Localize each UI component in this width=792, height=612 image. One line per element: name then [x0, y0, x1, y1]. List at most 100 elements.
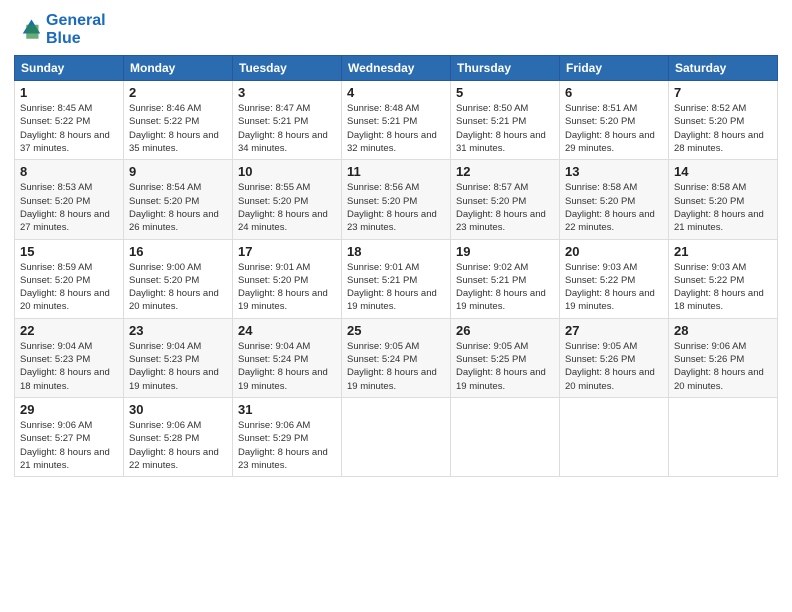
day-detail: Sunrise: 8:53 AMSunset: 5:20 PMDaylight:… — [20, 181, 118, 234]
day-detail: Sunrise: 8:56 AMSunset: 5:20 PMDaylight:… — [347, 181, 445, 234]
day-cell: 26 Sunrise: 9:05 AMSunset: 5:25 PMDaylig… — [451, 318, 560, 397]
day-detail: Sunrise: 8:46 AMSunset: 5:22 PMDaylight:… — [129, 102, 227, 155]
day-detail: Sunrise: 9:04 AMSunset: 5:24 PMDaylight:… — [238, 340, 336, 393]
day-cell — [669, 397, 778, 476]
day-cell: 5 Sunrise: 8:50 AMSunset: 5:21 PMDayligh… — [451, 81, 560, 160]
day-detail: Sunrise: 9:05 AMSunset: 5:24 PMDaylight:… — [347, 340, 445, 393]
weekday-header-monday: Monday — [124, 56, 233, 81]
day-cell: 20 Sunrise: 9:03 AMSunset: 5:22 PMDaylig… — [560, 239, 669, 318]
day-number: 6 — [565, 85, 663, 100]
day-detail: Sunrise: 9:06 AMSunset: 5:29 PMDaylight:… — [238, 419, 336, 472]
day-detail: Sunrise: 8:45 AMSunset: 5:22 PMDaylight:… — [20, 102, 118, 155]
day-cell: 25 Sunrise: 9:05 AMSunset: 5:24 PMDaylig… — [342, 318, 451, 397]
day-detail: Sunrise: 9:06 AMSunset: 5:26 PMDaylight:… — [674, 340, 772, 393]
day-detail: Sunrise: 9:01 AMSunset: 5:20 PMDaylight:… — [238, 261, 336, 314]
day-cell: 28 Sunrise: 9:06 AMSunset: 5:26 PMDaylig… — [669, 318, 778, 397]
day-number: 31 — [238, 402, 336, 417]
day-detail: Sunrise: 8:54 AMSunset: 5:20 PMDaylight:… — [129, 181, 227, 234]
day-number: 2 — [129, 85, 227, 100]
day-number: 10 — [238, 164, 336, 179]
day-number: 16 — [129, 244, 227, 259]
day-number: 7 — [674, 85, 772, 100]
day-number: 30 — [129, 402, 227, 417]
weekday-header-friday: Friday — [560, 56, 669, 81]
day-cell: 13 Sunrise: 8:58 AMSunset: 5:20 PMDaylig… — [560, 160, 669, 239]
day-cell: 22 Sunrise: 9:04 AMSunset: 5:23 PMDaylig… — [15, 318, 124, 397]
day-detail: Sunrise: 9:06 AMSunset: 5:27 PMDaylight:… — [20, 419, 118, 472]
day-cell: 11 Sunrise: 8:56 AMSunset: 5:20 PMDaylig… — [342, 160, 451, 239]
day-number: 9 — [129, 164, 227, 179]
day-number: 19 — [456, 244, 554, 259]
day-cell: 23 Sunrise: 9:04 AMSunset: 5:23 PMDaylig… — [124, 318, 233, 397]
day-cell: 16 Sunrise: 9:00 AMSunset: 5:20 PMDaylig… — [124, 239, 233, 318]
day-number: 11 — [347, 164, 445, 179]
day-cell: 30 Sunrise: 9:06 AMSunset: 5:28 PMDaylig… — [124, 397, 233, 476]
day-cell: 14 Sunrise: 8:58 AMSunset: 5:20 PMDaylig… — [669, 160, 778, 239]
page: General Blue SundayMondayTuesdayWednesda… — [0, 0, 792, 612]
week-row-5: 29 Sunrise: 9:06 AMSunset: 5:27 PMDaylig… — [15, 397, 778, 476]
day-number: 15 — [20, 244, 118, 259]
day-detail: Sunrise: 9:05 AMSunset: 5:26 PMDaylight:… — [565, 340, 663, 393]
day-cell: 8 Sunrise: 8:53 AMSunset: 5:20 PMDayligh… — [15, 160, 124, 239]
day-cell: 18 Sunrise: 9:01 AMSunset: 5:21 PMDaylig… — [342, 239, 451, 318]
day-detail: Sunrise: 9:05 AMSunset: 5:25 PMDaylight:… — [456, 340, 554, 393]
day-detail: Sunrise: 9:00 AMSunset: 5:20 PMDaylight:… — [129, 261, 227, 314]
day-cell: 7 Sunrise: 8:52 AMSunset: 5:20 PMDayligh… — [669, 81, 778, 160]
day-cell: 19 Sunrise: 9:02 AMSunset: 5:21 PMDaylig… — [451, 239, 560, 318]
day-number: 3 — [238, 85, 336, 100]
day-detail: Sunrise: 8:51 AMSunset: 5:20 PMDaylight:… — [565, 102, 663, 155]
day-cell — [560, 397, 669, 476]
day-cell: 31 Sunrise: 9:06 AMSunset: 5:29 PMDaylig… — [233, 397, 342, 476]
header: General Blue — [14, 12, 778, 47]
day-detail: Sunrise: 8:59 AMSunset: 5:20 PMDaylight:… — [20, 261, 118, 314]
week-row-4: 22 Sunrise: 9:04 AMSunset: 5:23 PMDaylig… — [15, 318, 778, 397]
week-row-3: 15 Sunrise: 8:59 AMSunset: 5:20 PMDaylig… — [15, 239, 778, 318]
day-cell — [342, 397, 451, 476]
day-cell: 27 Sunrise: 9:05 AMSunset: 5:26 PMDaylig… — [560, 318, 669, 397]
day-number: 27 — [565, 323, 663, 338]
day-number: 8 — [20, 164, 118, 179]
calendar: SundayMondayTuesdayWednesdayThursdayFrid… — [14, 55, 778, 477]
day-cell: 17 Sunrise: 9:01 AMSunset: 5:20 PMDaylig… — [233, 239, 342, 318]
day-cell: 24 Sunrise: 9:04 AMSunset: 5:24 PMDaylig… — [233, 318, 342, 397]
week-row-1: 1 Sunrise: 8:45 AMSunset: 5:22 PMDayligh… — [15, 81, 778, 160]
day-number: 29 — [20, 402, 118, 417]
day-cell: 6 Sunrise: 8:51 AMSunset: 5:20 PMDayligh… — [560, 81, 669, 160]
day-detail: Sunrise: 9:03 AMSunset: 5:22 PMDaylight:… — [565, 261, 663, 314]
logo-icon — [14, 16, 42, 44]
day-cell: 4 Sunrise: 8:48 AMSunset: 5:21 PMDayligh… — [342, 81, 451, 160]
day-cell: 10 Sunrise: 8:55 AMSunset: 5:20 PMDaylig… — [233, 160, 342, 239]
day-number: 24 — [238, 323, 336, 338]
day-number: 12 — [456, 164, 554, 179]
day-detail: Sunrise: 8:57 AMSunset: 5:20 PMDaylight:… — [456, 181, 554, 234]
day-number: 23 — [129, 323, 227, 338]
day-detail: Sunrise: 8:58 AMSunset: 5:20 PMDaylight:… — [674, 181, 772, 234]
day-number: 5 — [456, 85, 554, 100]
day-detail: Sunrise: 9:06 AMSunset: 5:28 PMDaylight:… — [129, 419, 227, 472]
day-cell: 15 Sunrise: 8:59 AMSunset: 5:20 PMDaylig… — [15, 239, 124, 318]
day-number: 14 — [674, 164, 772, 179]
day-number: 22 — [20, 323, 118, 338]
day-number: 1 — [20, 85, 118, 100]
weekday-header-wednesday: Wednesday — [342, 56, 451, 81]
weekday-header-thursday: Thursday — [451, 56, 560, 81]
day-number: 13 — [565, 164, 663, 179]
day-cell: 29 Sunrise: 9:06 AMSunset: 5:27 PMDaylig… — [15, 397, 124, 476]
day-number: 4 — [347, 85, 445, 100]
day-number: 26 — [456, 323, 554, 338]
weekday-header-row: SundayMondayTuesdayWednesdayThursdayFrid… — [15, 56, 778, 81]
day-cell — [451, 397, 560, 476]
day-number: 20 — [565, 244, 663, 259]
day-cell: 2 Sunrise: 8:46 AMSunset: 5:22 PMDayligh… — [124, 81, 233, 160]
day-cell: 21 Sunrise: 9:03 AMSunset: 5:22 PMDaylig… — [669, 239, 778, 318]
day-number: 18 — [347, 244, 445, 259]
day-detail: Sunrise: 9:01 AMSunset: 5:21 PMDaylight:… — [347, 261, 445, 314]
day-detail: Sunrise: 8:50 AMSunset: 5:21 PMDaylight:… — [456, 102, 554, 155]
day-cell: 3 Sunrise: 8:47 AMSunset: 5:21 PMDayligh… — [233, 81, 342, 160]
day-detail: Sunrise: 8:52 AMSunset: 5:20 PMDaylight:… — [674, 102, 772, 155]
day-detail: Sunrise: 8:55 AMSunset: 5:20 PMDaylight:… — [238, 181, 336, 234]
day-number: 25 — [347, 323, 445, 338]
day-number: 17 — [238, 244, 336, 259]
day-cell: 12 Sunrise: 8:57 AMSunset: 5:20 PMDaylig… — [451, 160, 560, 239]
week-row-2: 8 Sunrise: 8:53 AMSunset: 5:20 PMDayligh… — [15, 160, 778, 239]
